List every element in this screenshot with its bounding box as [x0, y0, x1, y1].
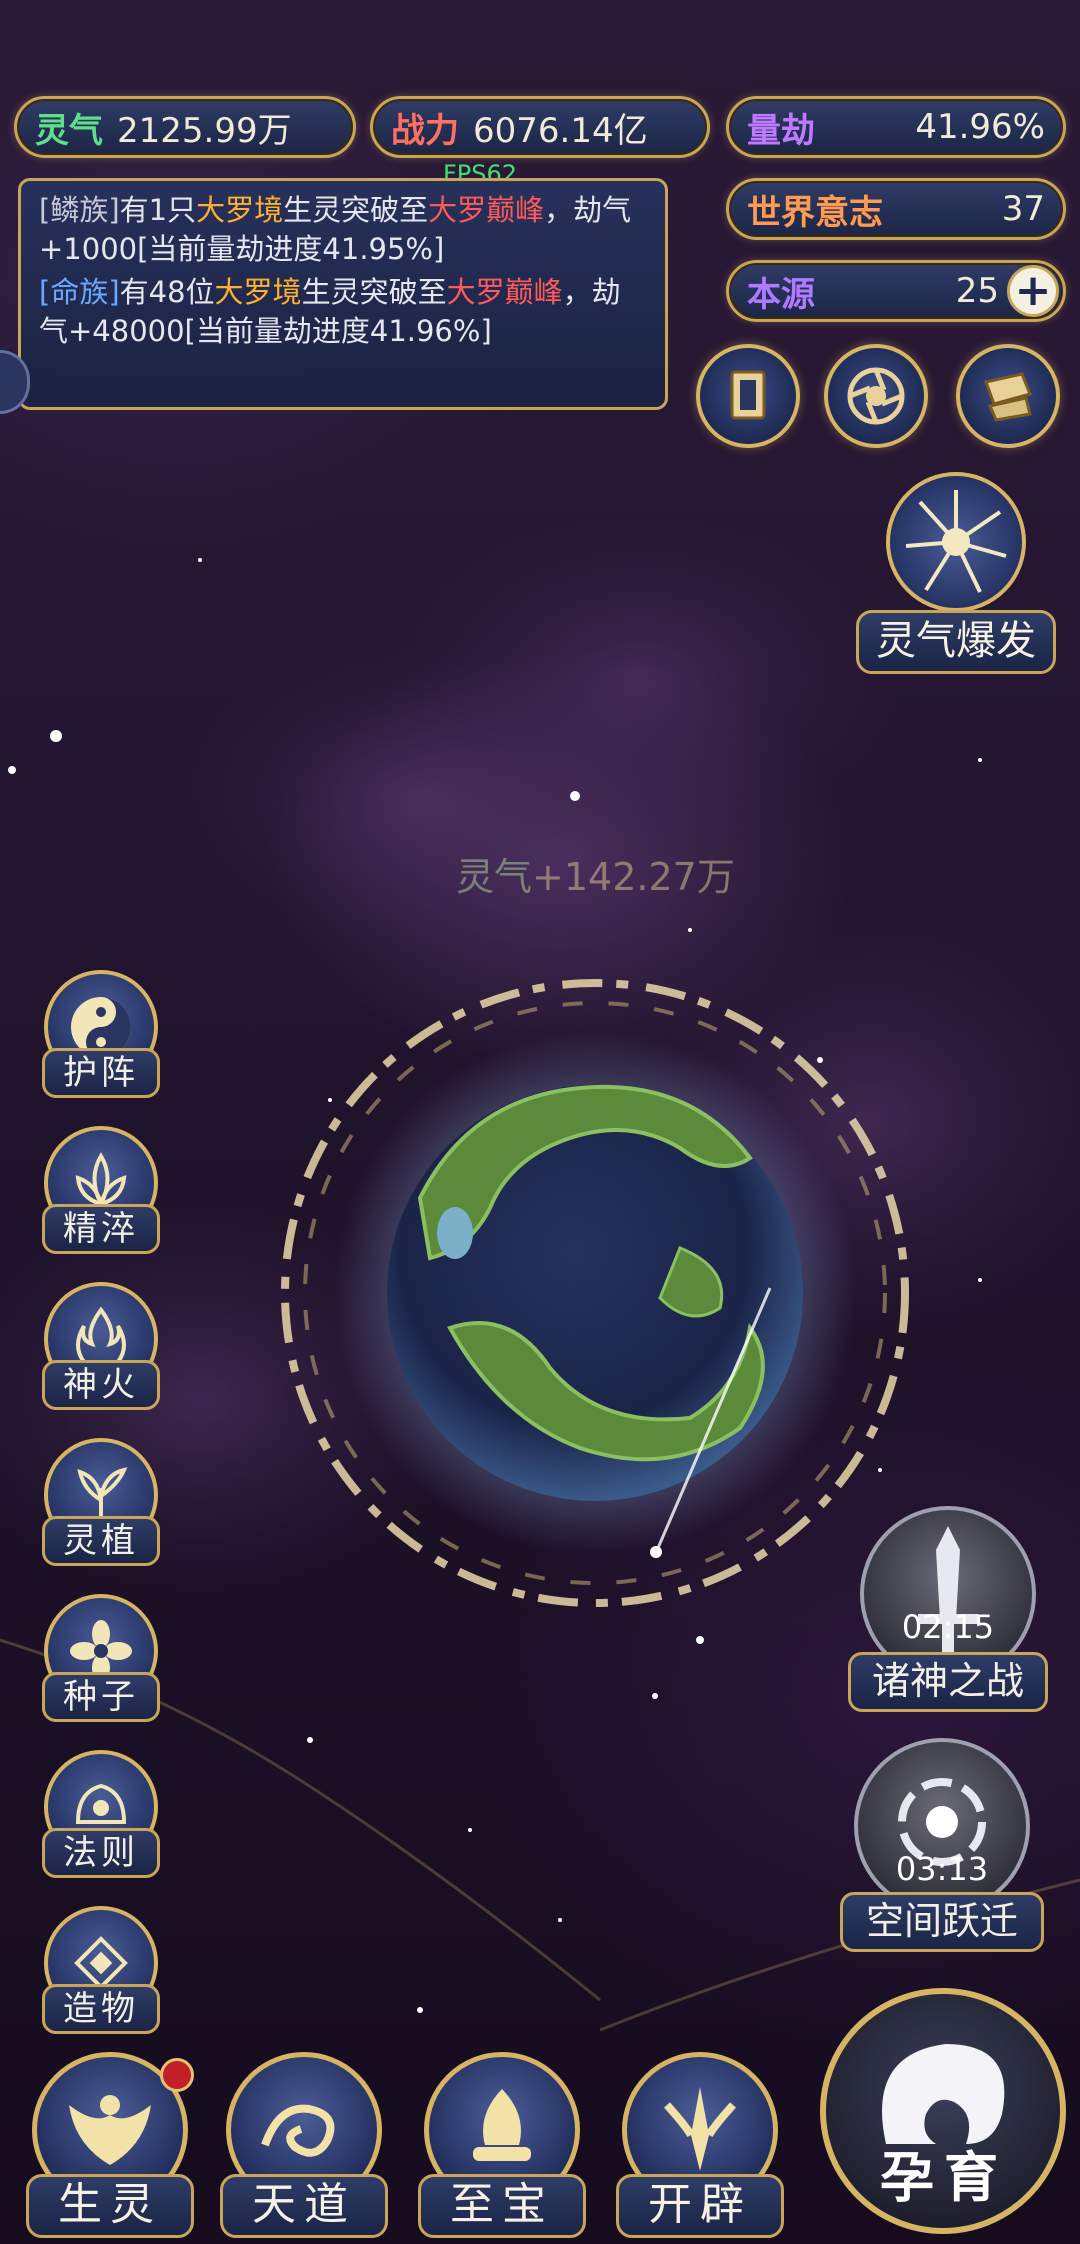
zhanli-value: 6076.14亿 [473, 110, 648, 151]
card-button[interactable] [696, 344, 800, 448]
timer-button-kongjian[interactable]: 03:13 空间跃迁 [836, 1738, 1046, 1954]
add-benyuan-button[interactable]: + [1007, 265, 1059, 317]
starburst-icon [905, 490, 1007, 593]
side-button-zhongzi[interactable]: 种子 [36, 1594, 166, 1724]
lingqi-value: 2125.99万 [117, 110, 292, 151]
side-button-label: 护阵 [42, 1048, 160, 1098]
tribe-name: [鳞族] [39, 193, 120, 227]
vortex-icon [847, 367, 905, 425]
side-button-jingcui[interactable]: 精淬 [36, 1126, 166, 1256]
nav-tiandao[interactable]: 天道 [214, 2052, 394, 2244]
shijie-label: 世界意志 [747, 192, 883, 233]
lingqi-bar: 灵气 2125.99万 [14, 96, 356, 158]
zhanli-label: 战力 [391, 110, 459, 151]
side-button-label: 种子 [42, 1672, 160, 1722]
side-button-shenhuo[interactable]: 神火 [36, 1282, 166, 1412]
scroll-button[interactable] [956, 344, 1060, 448]
message-text: 生灵突破至 [283, 193, 429, 227]
tribe-name: [命族] [39, 275, 120, 309]
side-button-label: 精淬 [42, 1204, 160, 1254]
timer-label: 诸神之战 [848, 1652, 1048, 1712]
nav-label: 生灵 [26, 2174, 194, 2238]
liangjie-value: 41.96% [915, 107, 1045, 147]
timer-button-zhushen[interactable]: 02:15 诸神之战 [848, 1506, 1048, 1716]
side-button-label: 灵植 [42, 1516, 160, 1566]
yunyu-label: 孕育 [880, 2145, 1008, 2209]
burst-disc [886, 472, 1026, 612]
yunyu-button[interactable]: 孕育 [820, 1988, 1066, 2234]
realm-to: 大罗巅峰 [428, 193, 545, 227]
side-button-faze[interactable]: 法则 [36, 1750, 166, 1880]
realm-to: 大罗巅峰 [446, 275, 563, 309]
realm-from: 大罗境 [214, 275, 302, 309]
benyuan-label: 本源 [747, 274, 815, 315]
message-text: 生灵突破至 [301, 275, 447, 309]
scroll-icon [984, 372, 1033, 422]
side-button-huzhen[interactable]: 护阵 [36, 970, 166, 1100]
message-text: 有48位 [119, 275, 215, 309]
event-log: [鳞族]有1只大罗境生灵突破至大罗巅峰，劫气+1000[当前量劫进度41.95%… [18, 178, 668, 410]
nav-label: 至宝 [418, 2174, 586, 2238]
realm-from: 大罗境 [196, 193, 284, 227]
gain-value: +142.27万 [532, 855, 735, 899]
side-button-lingzhi[interactable]: 灵植 [36, 1438, 166, 1568]
world-planet[interactable] [250, 948, 940, 1638]
zhanli-bar: 战力 6076.14亿 [370, 96, 710, 158]
lingqi-burst-button[interactable]: 灵气爆发 [856, 472, 1056, 678]
side-button-label: 神火 [42, 1360, 160, 1410]
lingqi-gain-float: 灵气+142.27万 [456, 846, 735, 901]
burst-label: 灵气爆发 [856, 610, 1056, 674]
liangjie-label: 量劫 [747, 110, 815, 151]
timer-countdown: 03:13 [895, 1850, 989, 1888]
notification-badge [160, 2058, 194, 2092]
shijie-bar[interactable]: 世界意志 37 [726, 178, 1066, 240]
shijie-value: 37 [1001, 189, 1045, 229]
side-button-label: 法则 [42, 1828, 160, 1878]
card-icon [730, 370, 766, 420]
side-button-label: 造物 [42, 1984, 160, 2034]
liangjie-bar[interactable]: 量劫 41.96% [726, 96, 1066, 158]
nav-kaipi[interactable]: 开辟 [610, 2052, 790, 2244]
benyuan-value: 25 [955, 271, 999, 311]
message-text: 有1只 [119, 193, 197, 227]
timer-countdown: 02:15 [901, 1608, 995, 1646]
lingqi-label: 灵气 [35, 110, 103, 151]
nav-shengling[interactable]: 生灵 [20, 2052, 200, 2244]
gain-key: 灵气 [456, 855, 533, 899]
nav-label: 开辟 [616, 2174, 784, 2238]
plus-icon: + [1014, 265, 1052, 316]
event-message: [鳞族]有1只大罗境生灵突破至大罗巅峰，劫气+1000[当前量劫进度41.95%… [39, 191, 647, 269]
nav-label: 天道 [220, 2174, 388, 2238]
benyuan-bar: 本源 25 + [726, 260, 1066, 322]
side-button-zaowu[interactable]: 造物 [36, 1906, 166, 2036]
nav-zhibao[interactable]: 至宝 [412, 2052, 592, 2244]
event-message: [命族]有48位大罗境生灵突破至大罗巅峰，劫气+48000[当前量劫进度41.9… [39, 273, 647, 351]
timer-label: 空间跃迁 [840, 1892, 1044, 1952]
vortex-button[interactable] [824, 344, 928, 448]
